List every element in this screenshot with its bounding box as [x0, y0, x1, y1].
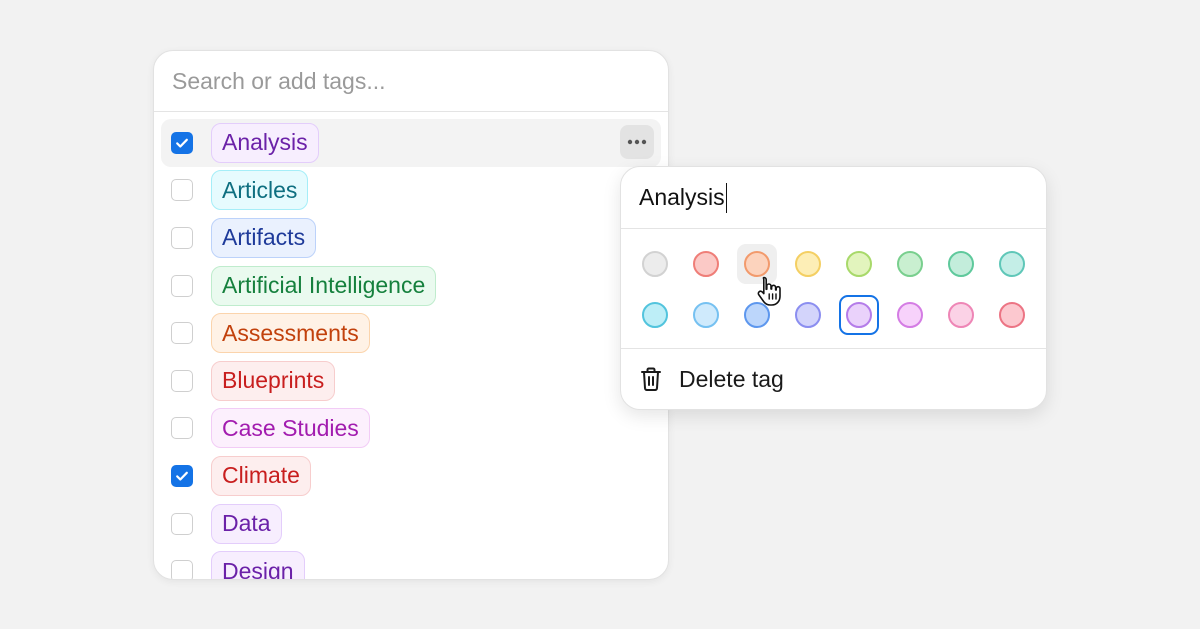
checkbox[interactable] — [171, 417, 193, 440]
tag-row[interactable]: Data — [161, 500, 661, 548]
tag-pill[interactable]: Articles — [211, 170, 309, 211]
color-dot — [693, 251, 719, 277]
color-dot — [846, 251, 872, 277]
color-dot — [897, 251, 923, 277]
color-dot — [744, 302, 770, 328]
tag-row[interactable]: Blueprints — [161, 357, 661, 405]
color-dot — [693, 302, 719, 328]
checkbox-checked[interactable] — [171, 131, 193, 154]
color-dot — [795, 302, 821, 328]
tag-row[interactable]: Analysis — [161, 119, 661, 167]
color-dot — [846, 302, 872, 328]
color-dot — [948, 251, 974, 277]
color-grid — [621, 229, 1046, 349]
tag-name-row[interactable]: Analysis — [621, 167, 1046, 229]
color-swatch-green[interactable] — [890, 244, 930, 284]
tag-pill[interactable]: Artificial Intelligence — [211, 265, 437, 306]
color-swatch-orange[interactable] — [737, 244, 777, 284]
checkbox[interactable] — [171, 322, 193, 345]
color-swatch-indigo[interactable] — [788, 295, 828, 335]
checkbox[interactable] — [171, 274, 193, 297]
color-dot — [897, 302, 923, 328]
stage: Analysis Articles Artifacts Artificial Inte… — [0, 0, 1200, 629]
text-caret — [725, 182, 728, 213]
tag-row[interactable]: Artifacts — [161, 214, 661, 262]
color-swatch-gray[interactable] — [635, 244, 675, 284]
color-dot — [642, 302, 668, 328]
color-dot — [642, 251, 668, 277]
color-dot — [999, 302, 1025, 328]
tag-list: Analysis Articles Artifacts Artificial Inte… — [154, 112, 668, 579]
tag-picker-panel: Analysis Articles Artifacts Artificial Inte… — [153, 50, 669, 580]
checkbox[interactable] — [171, 226, 193, 249]
tag-pill[interactable]: Analysis — [211, 122, 319, 163]
color-swatch-fuchsia[interactable] — [890, 295, 930, 335]
tag-edit-popover: Analysis Delete tag — [620, 166, 1047, 410]
tag-pill[interactable]: Climate — [211, 455, 311, 496]
checkbox[interactable] — [171, 179, 193, 202]
tag-pill[interactable]: Case Studies — [211, 408, 370, 449]
color-swatch-blue[interactable] — [737, 295, 777, 335]
search-input[interactable] — [172, 67, 650, 95]
color-dot — [948, 302, 974, 328]
tag-name-input[interactable]: Analysis — [639, 184, 725, 211]
tag-pill[interactable]: Blueprints — [211, 360, 336, 401]
tag-pill[interactable]: Assessments — [211, 313, 370, 354]
color-swatch-purple[interactable] — [839, 295, 879, 335]
color-swatch-yellow[interactable] — [788, 244, 828, 284]
search-row — [154, 51, 668, 112]
checkbox[interactable] — [171, 369, 193, 392]
checkbox[interactable] — [171, 560, 193, 579]
tag-row[interactable]: Case Studies — [161, 405, 661, 453]
checkbox-checked[interactable] — [171, 464, 193, 487]
color-swatch-emerald[interactable] — [941, 244, 981, 284]
color-swatch-pink[interactable] — [941, 295, 981, 335]
tag-row[interactable]: Artificial Intelligence — [161, 262, 661, 310]
ellipsis-icon — [627, 139, 647, 145]
checkmark-icon — [176, 138, 188, 148]
color-swatch-cyan[interactable] — [635, 295, 675, 335]
color-swatch-red[interactable] — [686, 244, 726, 284]
tag-pill[interactable]: Artifacts — [211, 217, 317, 258]
color-swatch-sky[interactable] — [686, 295, 726, 335]
more-options-button[interactable] — [620, 125, 654, 159]
color-swatch-lime[interactable] — [839, 244, 879, 284]
tag-row[interactable]: Climate — [161, 452, 661, 500]
checkbox[interactable] — [171, 512, 193, 535]
color-swatch-rose[interactable] — [992, 295, 1032, 335]
color-dot — [744, 251, 770, 277]
color-swatch-teal[interactable] — [992, 244, 1032, 284]
tag-row[interactable]: Articles — [161, 167, 661, 215]
tag-row[interactable]: Assessments — [161, 309, 661, 357]
delete-tag-label: Delete tag — [679, 365, 784, 392]
checkmark-icon — [176, 471, 188, 481]
tag-pill[interactable]: Data — [211, 503, 282, 544]
color-dot — [795, 251, 821, 277]
trash-icon — [641, 367, 661, 391]
color-dot — [999, 251, 1025, 277]
tag-pill[interactable]: Design — [211, 551, 305, 579]
delete-tag-button[interactable]: Delete tag — [621, 349, 1046, 409]
tag-row[interactable]: Design — [161, 547, 661, 579]
